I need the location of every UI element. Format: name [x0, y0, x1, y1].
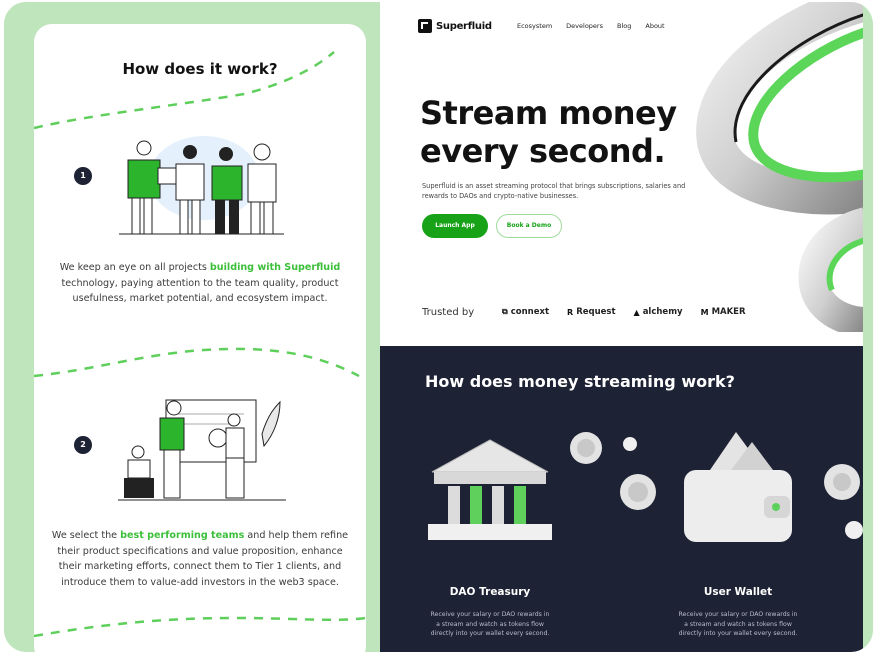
- hero-subtitle: Superfluid is an asset streaming protoco…: [422, 182, 686, 200]
- step-number-badge: 1: [74, 167, 92, 185]
- coin-edge-icon: [824, 464, 863, 539]
- top-navbar: Superfluid: [418, 16, 492, 36]
- hero-title-line1: Stream money: [420, 94, 677, 132]
- section-title: How does money streaming work?: [425, 372, 735, 391]
- step2-description: We select the best performing teams and …: [50, 528, 350, 590]
- user-wallet-description: Receive your salary or DAO rewards in a …: [678, 611, 798, 637]
- partner-label: Request: [576, 307, 616, 317]
- request-icon: R: [567, 307, 574, 317]
- step2-highlight: best performing teams: [120, 530, 245, 541]
- partner-alchemy: ▲ alchemy: [634, 307, 683, 317]
- hero-title-line2: every second.: [420, 132, 666, 170]
- hero-title: Stream money every second.: [420, 94, 700, 170]
- money-streaming-section: How does money streaming work? DAO Treas…: [380, 346, 863, 652]
- wallet-icon: [684, 432, 792, 542]
- step-number-badge: 2: [74, 436, 92, 454]
- dao-treasury-title: DAO Treasury: [449, 586, 531, 598]
- coins-decoration-icon: [570, 432, 656, 510]
- user-wallet-title: User Wallet: [703, 586, 773, 598]
- partner-label: MAKER: [711, 307, 746, 317]
- bank-building-icon: [428, 439, 552, 540]
- logo-text[interactable]: Superfluid: [436, 21, 492, 32]
- nav-links: Ecosystem Developers Blog About: [517, 22, 665, 30]
- partner-request: R Request: [567, 307, 616, 317]
- step2-text-start: We select the: [51, 530, 121, 541]
- alchemy-icon: ▲: [633, 307, 640, 317]
- book-demo-button[interactable]: Book a Demo: [496, 214, 562, 238]
- superfluid-logo-icon[interactable]: [418, 19, 432, 33]
- partner-connext: ⧉ connext: [502, 307, 549, 317]
- section-title: How does it work?: [122, 60, 278, 78]
- dao-treasury-description: Receive your salary or DAO rewards in a …: [430, 611, 550, 637]
- how-it-works-card: How does it work? 1 We keep an eye on al…: [34, 24, 366, 652]
- step1-text-start: We keep an eye on all projects: [59, 262, 210, 273]
- launch-app-button[interactable]: Launch App: [422, 214, 488, 238]
- landing-page-preview: Superfluid Ecosystem Developers Blog Abo…: [380, 2, 863, 652]
- nav-link-developers[interactable]: Developers: [566, 22, 603, 30]
- nav-link-ecosystem[interactable]: Ecosystem: [517, 22, 552, 30]
- step1-highlight: building with Superfluid: [209, 262, 341, 273]
- team-illustration: [119, 136, 284, 235]
- partner-logos: ⧉ connext R Request ▲ alchemy M MAKER: [502, 307, 746, 317]
- step1-description: We keep an eye on all projects building …: [50, 260, 350, 307]
- trusted-by-label: Trusted by: [422, 307, 475, 318]
- partner-label: alchemy: [642, 307, 683, 317]
- connext-icon: ⧉: [502, 307, 508, 316]
- nav-link-about[interactable]: About: [645, 22, 664, 30]
- partner-maker: M MAKER: [701, 307, 746, 317]
- page-frame: How does it work? 1 We keep an eye on al…: [4, 2, 873, 652]
- swirl-graphic: [696, 2, 863, 332]
- partner-label: connext: [510, 307, 550, 317]
- workspace-illustration: [118, 399, 286, 501]
- nav-link-blog[interactable]: Blog: [617, 22, 631, 30]
- maker-icon: M: [700, 307, 709, 317]
- step1-text-end: technology, paying attention to the team…: [61, 277, 339, 305]
